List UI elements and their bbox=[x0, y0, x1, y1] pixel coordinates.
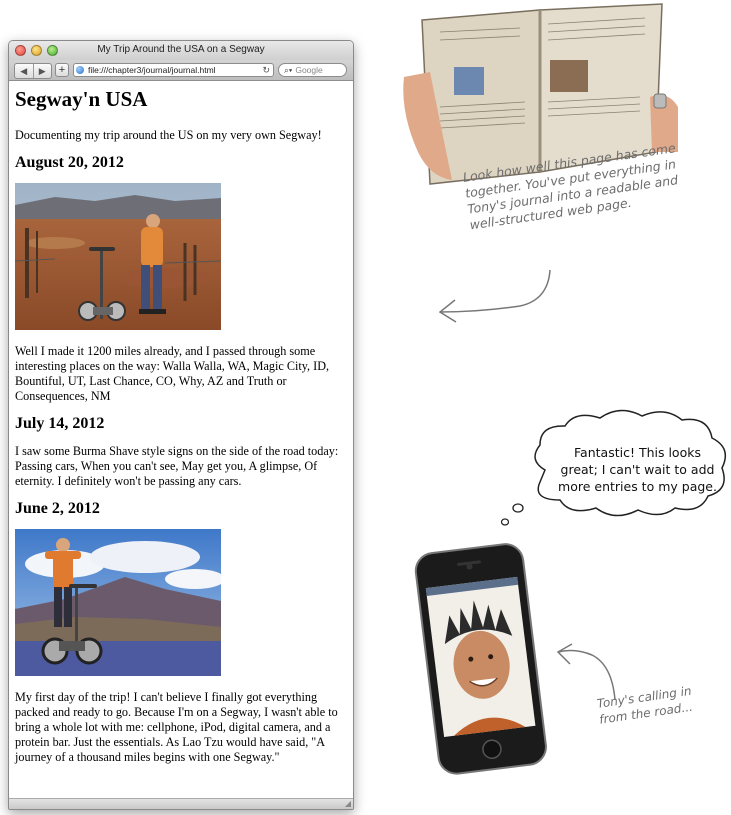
thought-bubble-text: Fantastic! This looks great; I can't wai… bbox=[558, 445, 717, 494]
phone-illustration bbox=[405, 540, 555, 780]
